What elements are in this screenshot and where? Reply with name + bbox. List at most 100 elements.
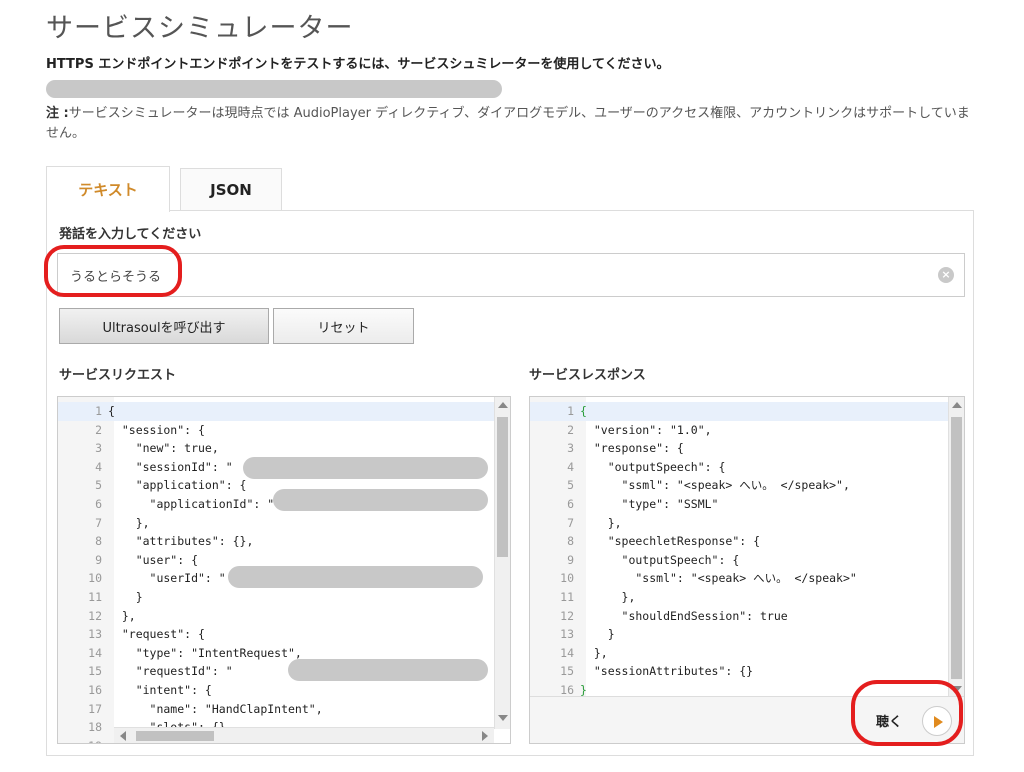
line-text: "response": { (580, 441, 684, 456)
code-line: 12 "shouldEndSession": true (530, 607, 948, 626)
redacted-block (243, 457, 488, 479)
line-number: 3 (567, 441, 574, 456)
line-text: "requestId": " (108, 664, 233, 679)
code-line: 5 "ssml": "<speak> へい。 </speak>", (530, 476, 948, 495)
note: 注 :サービスシミュレーターは現時点では AudioPlayer ディレクティブ… (46, 104, 976, 144)
redacted-block (288, 659, 488, 681)
line-number: 5 (95, 478, 102, 493)
code-line: 10 "ssml": "<speak> へい。 </speak>" (530, 569, 948, 588)
line-text: }, (580, 515, 622, 530)
reset-button[interactable]: リセット (273, 308, 414, 344)
code-line: 1{ (530, 402, 948, 421)
line-text: { (108, 404, 115, 418)
line-text: "type": "IntentRequest", (108, 645, 302, 660)
code-line: 2 "version": "1.0", (530, 421, 948, 440)
clear-icon[interactable]: × (938, 267, 954, 283)
line-text: "speechletResponse": { (580, 534, 761, 549)
vertical-scrollbar[interactable] (948, 397, 964, 697)
response-label: サービスレスポンス (529, 368, 646, 383)
line-number: 13 (560, 627, 574, 642)
request-label: サービスリクエスト (59, 368, 177, 383)
code-line: 3 "new": true, (58, 439, 494, 458)
code-line: 13 "request": { (58, 625, 494, 644)
line-text: "name": "HandClapIntent", (108, 701, 323, 716)
scroll-down-arrow[interactable] (952, 686, 962, 692)
line-number: 1 (95, 404, 102, 418)
line-number: 14 (88, 645, 102, 660)
redacted-block (228, 566, 483, 588)
code-line: 6 "type": "SSML" (530, 495, 948, 514)
invoke-button[interactable]: Ultrasoulを呼び出す (59, 308, 269, 344)
line-text: "new": true, (108, 441, 219, 456)
line-text: }, (108, 515, 150, 530)
scroll-left-arrow[interactable] (120, 731, 126, 741)
tab-text[interactable]: テキスト (46, 166, 170, 212)
line-number: 19 (58, 737, 108, 743)
request-editor[interactable]: 1{2 "session": {3 "new": true, 4 "session… (57, 396, 511, 744)
scroll-thumb[interactable] (136, 731, 214, 741)
code-line: 2 "session": { (58, 421, 494, 440)
line-text: } (108, 589, 143, 604)
line-number: 4 (95, 459, 102, 474)
line-number: 12 (88, 608, 102, 623)
line-number: 9 (567, 552, 574, 567)
utterance-input[interactable]: うるとらそうる × (57, 253, 965, 297)
line-number: 3 (95, 441, 102, 456)
note-label: 注 : (46, 106, 69, 121)
play-button[interactable] (922, 706, 952, 736)
line-text: } (580, 627, 615, 642)
horizontal-scrollbar[interactable] (114, 727, 494, 743)
page-title: サービスシミュレーター (46, 13, 354, 44)
line-number: 8 (95, 534, 102, 549)
code-line: 12 }, (58, 607, 494, 626)
line-text: "type": "SSML" (580, 496, 719, 511)
tab-bar: テキスト JSON (46, 166, 282, 212)
code-line: 7 }, (58, 514, 494, 533)
line-text: "version": "1.0", (580, 422, 712, 437)
code-line: 14 }, (530, 644, 948, 663)
line-text: "attributes": {}, (108, 534, 254, 549)
listen-bar: 聴く (530, 696, 964, 743)
line-text: "outputSpeech": { (580, 459, 726, 474)
line-text: "application": { (108, 478, 247, 493)
scroll-up-arrow[interactable] (952, 402, 962, 408)
code-line: 8 "attributes": {}, (58, 532, 494, 551)
line-number: 9 (95, 552, 102, 567)
line-text: }, (108, 608, 136, 623)
line-number: 6 (95, 496, 102, 511)
line-number: 10 (560, 571, 574, 586)
line-number: 13 (88, 627, 102, 642)
line-number: 16 (88, 682, 102, 697)
vertical-scrollbar[interactable] (494, 397, 510, 729)
line-text: { (580, 404, 587, 418)
code-line: 8 "speechletResponse": { (530, 532, 948, 551)
tab-json[interactable]: JSON (180, 168, 282, 211)
line-number: 2 (95, 422, 102, 437)
line-number: 11 (88, 589, 102, 604)
code-line: 13 } (530, 625, 948, 644)
code-line: 7 }, (530, 514, 948, 533)
response-editor[interactable]: 1{2 "version": "1.0", 3 "response": {4 "o… (529, 396, 965, 744)
scroll-down-arrow[interactable] (498, 715, 508, 721)
line-number: 2 (567, 422, 574, 437)
line-text: "user": { (108, 552, 199, 567)
response-code: 1{2 "version": "1.0", 3 "response": {4 "o… (530, 402, 948, 700)
scroll-up-arrow[interactable] (498, 402, 508, 408)
code-line: 4 "outputSpeech": { (530, 458, 948, 477)
line-number: 8 (567, 534, 574, 549)
code-line: 3 "response": { (530, 439, 948, 458)
page-subtitle: HTTPS エンドポイントエンドポイントをテストするには、サービスシュミレーター… (46, 57, 670, 72)
code-line: 9 "outputSpeech": { (530, 551, 948, 570)
code-line: 11 }, (530, 588, 948, 607)
line-text: "userId": " (108, 571, 226, 586)
line-text: }, (580, 589, 636, 604)
scroll-thumb[interactable] (497, 417, 508, 557)
scroll-right-arrow[interactable] (482, 731, 488, 741)
scroll-thumb[interactable] (951, 417, 962, 679)
line-text: "applicationId": " (108, 496, 275, 511)
line-number: 10 (88, 571, 102, 586)
utterance-value: うるとらそうる (70, 269, 162, 285)
utterance-label: 発話を入力してください (59, 227, 202, 242)
code-line: 15 "sessionAttributes": {} (530, 662, 948, 681)
code-line: 16 "intent": { (58, 681, 494, 700)
